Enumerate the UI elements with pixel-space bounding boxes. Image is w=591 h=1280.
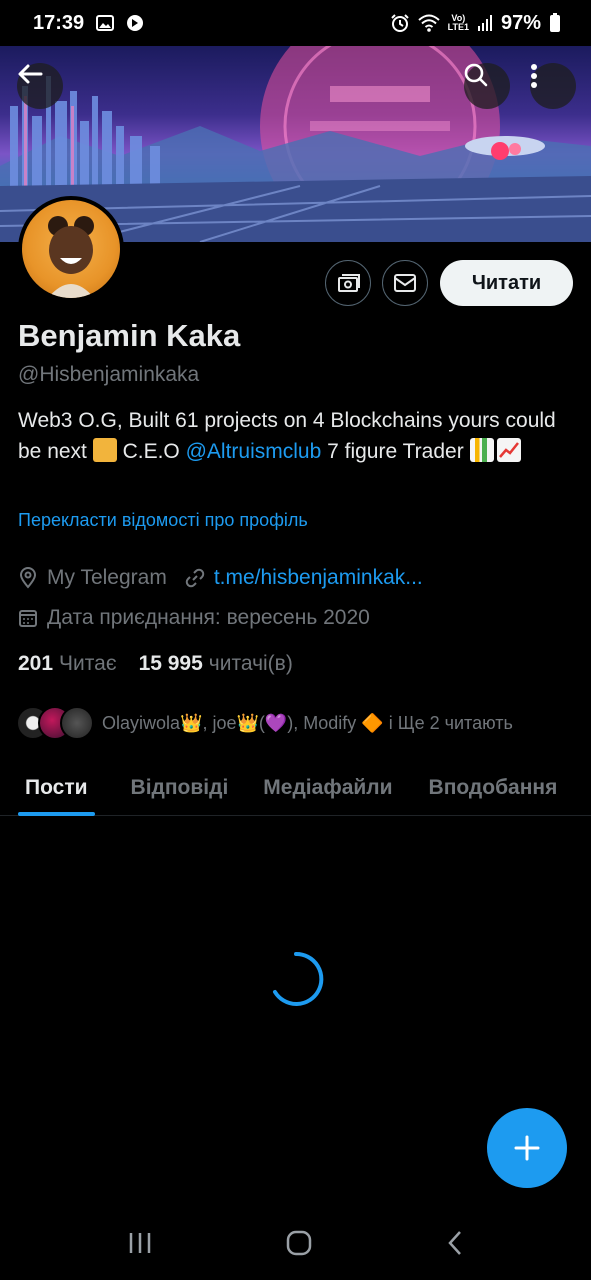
- profile-handle: @Hisbenjaminkaka: [18, 363, 200, 386]
- profile-tabs: Пости Відповіді Медіафайли Вподобання: [0, 760, 591, 816]
- following-count: 201: [18, 652, 54, 675]
- tab-likes[interactable]: Вподобання: [429, 760, 558, 816]
- envelope-icon: [394, 274, 416, 292]
- follower-avatar: [60, 706, 94, 740]
- bio-text-2: C.E.O: [116, 440, 186, 463]
- subscription-button[interactable]: [325, 260, 371, 306]
- chart-increasing-emoji-icon: [496, 438, 521, 462]
- tab-posts-label: Пости: [25, 776, 88, 799]
- profile-joined-date: Дата приєднання: вересень 2020: [47, 606, 370, 629]
- recent-apps-button[interactable]: [127, 1231, 153, 1260]
- bio-mention-link[interactable]: @Altruismclub: [186, 440, 322, 463]
- signal-icon: [477, 14, 493, 32]
- gallery-notification-icon: [96, 15, 115, 31]
- recent-apps-icon: [129, 1232, 151, 1253]
- follow-button[interactable]: Читати: [440, 260, 573, 306]
- followers-count-link[interactable]: 15 995 читачі(в): [139, 652, 293, 676]
- tab-likes-label: Вподобання: [428, 776, 558, 799]
- profile-location: My Telegram: [47, 566, 167, 589]
- home-icon: [287, 1230, 312, 1255]
- tab-replies[interactable]: Відповіді: [131, 760, 229, 816]
- following-label: Читає: [59, 652, 117, 675]
- message-button[interactable]: [382, 260, 428, 306]
- status-bar: 17:39 Vo) LTE1 97%: [0, 0, 591, 46]
- avatar-image: [48, 216, 94, 298]
- volte-icon: Vo) LTE1: [447, 13, 469, 32]
- location-pin-icon: [19, 567, 37, 589]
- system-back-button[interactable]: [446, 1230, 464, 1261]
- wifi-icon: [417, 14, 440, 32]
- tab-posts[interactable]: Пости: [18, 760, 95, 816]
- compose-post-button[interactable]: [487, 1108, 567, 1188]
- system-nav-bar: [0, 1210, 591, 1280]
- home-button[interactable]: [286, 1230, 312, 1261]
- following-count-link[interactable]: 201 Читає: [18, 652, 117, 676]
- bio-text-3: 7 figure Trader: [321, 440, 470, 463]
- app-notification-icon: [126, 14, 144, 32]
- more-vertical-icon: [531, 64, 537, 88]
- calendar-icon: [19, 610, 37, 627]
- loading-spinner-icon: [273, 951, 324, 1006]
- link-icon: [185, 568, 205, 588]
- money-icon: [338, 274, 360, 292]
- search-icon: [464, 63, 488, 87]
- meta-row-joined: Дата приєднання: вересень 2020: [18, 606, 370, 630]
- alarm-icon: [390, 13, 410, 33]
- plus-icon: [514, 1135, 540, 1161]
- profile-avatar[interactable]: [18, 196, 124, 302]
- arrow-left-icon: [18, 64, 43, 84]
- profile-website-link[interactable]: t.me/hisbenjaminkak...: [214, 566, 423, 590]
- profile-name: Benjamin Kaka: [18, 318, 241, 353]
- known-followers[interactable]: Olayiwola👑, joe👑(💜), Modify 🔶 і Ще 2 чит…: [16, 705, 513, 741]
- more-options-button[interactable]: [530, 63, 576, 109]
- battery-percent: 97%: [500, 11, 541, 34]
- follow-counts: 201 Читає 15 995 читачі(в): [18, 652, 293, 676]
- known-followers-text: Olayiwola👑, joe👑(💜), Modify 🔶 і Ще 2 чит…: [102, 712, 513, 733]
- meta-row-links: My Telegram t.me/hisbenjaminkak...: [18, 566, 423, 590]
- battery-icon: [549, 13, 561, 33]
- status-time: 17:39: [33, 11, 85, 34]
- chevron-left-icon: [448, 1230, 462, 1255]
- tab-replies-label: Відповіді: [130, 776, 229, 799]
- profile-bio: Web3 O.G, Built 61 projects on 4 Blockch…: [18, 405, 578, 467]
- tab-media[interactable]: Медіафайли: [263, 760, 392, 816]
- tab-media-label: Медіафайли: [263, 776, 393, 799]
- followers-count: 15 995: [138, 652, 203, 675]
- back-button[interactable]: [17, 63, 63, 109]
- followers-label: читачі(в): [208, 652, 293, 675]
- translate-bio-link[interactable]: Перекласти відомості про профіль: [18, 510, 308, 531]
- handshake-emoji-icon: [92, 438, 117, 462]
- active-tab-indicator: [18, 812, 95, 816]
- search-button[interactable]: [464, 63, 510, 109]
- bar-chart-emoji-icon: [469, 438, 494, 462]
